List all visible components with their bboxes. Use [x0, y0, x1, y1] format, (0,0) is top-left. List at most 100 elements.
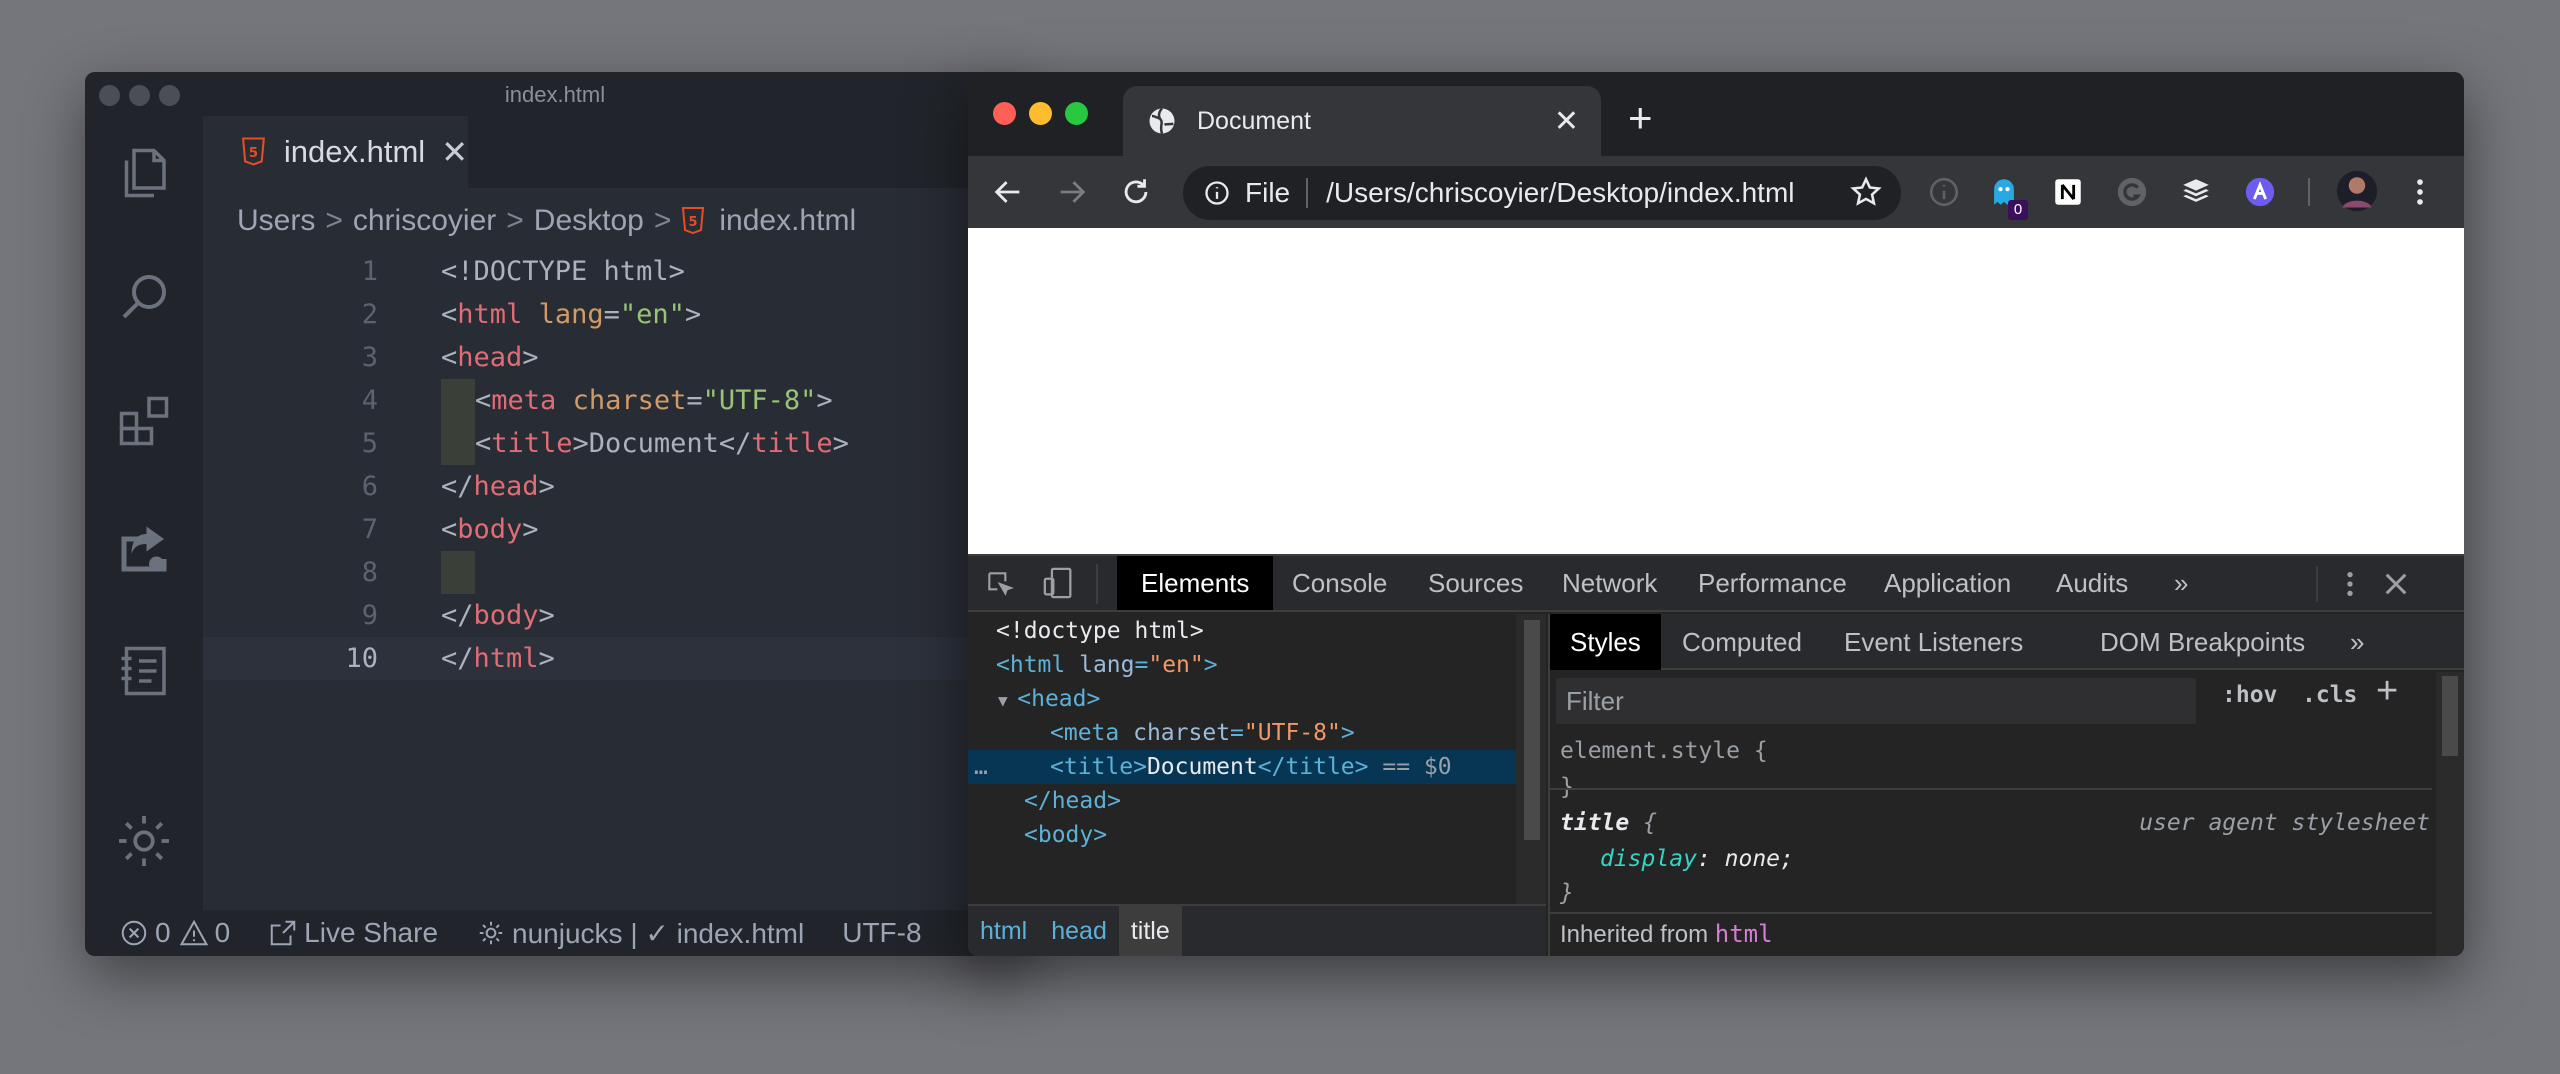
dom-node[interactable]: <!doctype html> [968, 614, 1516, 648]
styles-pane: Styles Computed Event Listeners DOM Brea… [1548, 614, 2464, 956]
browser-toolbar: File /Users/chriscoyier/Desktop/index.ht… [968, 156, 2464, 228]
line-number: 7 [361, 514, 378, 545]
status-bar: 0 0 Live Share nunjucks | ✓ index.html U… [85, 910, 1025, 956]
notebook-icon[interactable] [109, 636, 179, 706]
dom-tree[interactable]: <!doctype html> <html lang="en"> ▼ <head… [968, 614, 1516, 904]
omnibox-divider [1306, 178, 1309, 208]
live-share-label: Live Share [304, 917, 439, 948]
tab-application[interactable]: Application [1860, 556, 2035, 610]
dom-node[interactable]: <html lang="en"> [968, 648, 1516, 682]
minimize-window-button[interactable] [1029, 102, 1052, 125]
dom-node[interactable]: <meta charset="UTF-8"> [968, 716, 1516, 750]
tab-elements[interactable]: Elements [1117, 556, 1274, 610]
dev-extension-icon[interactable] [2242, 174, 2278, 210]
svg-text:5: 5 [249, 145, 258, 161]
cls-toggle[interactable]: .cls [2302, 682, 2357, 708]
settings-gear-icon[interactable] [109, 806, 179, 876]
tab-dom-breakpoints[interactable]: DOM Breakpoints [2080, 614, 2325, 670]
crumb-html[interactable]: html [968, 906, 1039, 956]
extension-info-icon[interactable] [1926, 174, 1962, 210]
devtools-close-icon[interactable] [2380, 568, 2412, 600]
breadcrumb-item[interactable]: Users [237, 204, 315, 238]
crumb-title[interactable]: title [1118, 906, 1182, 956]
styles-scrollbar[interactable] [2436, 672, 2464, 956]
more-tabs-chevron[interactable]: » [2150, 556, 2212, 610]
tab-styles[interactable]: Styles [1550, 614, 1661, 670]
error-icon [121, 920, 147, 946]
tab-network[interactable]: Network [1538, 556, 1681, 610]
tab-label: index.html [283, 134, 426, 169]
device-toolbar-icon[interactable] [1042, 566, 1076, 600]
code-editor[interactable]: 1 <!DOCTYPE html> 2 <html lang="en"> 3 <hea… [203, 250, 1025, 680]
title-rule-selector[interactable]: title { [1560, 810, 1657, 836]
code-line: 9 </body> [203, 594, 1025, 637]
tab-strip: Document ✕ + [968, 72, 2464, 156]
toolbar-divider [2308, 178, 2310, 206]
explorer-icon[interactable] [109, 138, 179, 208]
back-arrow-icon[interactable] [990, 174, 1026, 210]
tab-performance[interactable]: Performance [1674, 556, 1871, 610]
tab-close-icon[interactable]: ✕ [1554, 104, 1579, 139]
editor-tab[interactable]: 5 index.html ✕ [203, 116, 468, 188]
page-viewport[interactable] [968, 228, 2464, 554]
rule-close-brace: } [1560, 774, 1574, 800]
line-number: 2 [361, 299, 378, 330]
code-line-active: 10 </html> [203, 637, 1025, 680]
language-label: nunjucks | ✓ index.html [512, 917, 805, 949]
tab-sources[interactable]: Sources [1404, 556, 1547, 610]
new-style-rule-button[interactable]: + [2376, 670, 2398, 713]
warning-icon [179, 919, 208, 946]
extensions-icon[interactable] [109, 386, 179, 456]
dom-tree-scrollbar[interactable] [1516, 614, 1546, 904]
language-status[interactable]: nunjucks | ✓ index.html [476, 917, 804, 950]
dom-node-selected[interactable]: … <title>Document</title> == $0 [968, 750, 1516, 784]
live-share-status[interactable]: Live Share [268, 917, 438, 949]
ua-stylesheet-label: user agent stylesheet [2139, 810, 2430, 836]
more-side-tabs-chevron[interactable]: » [2330, 614, 2384, 670]
encoding-status[interactable]: UTF-8 [842, 917, 921, 949]
style-declaration[interactable]: display: none; [1600, 846, 1794, 872]
browser-tab[interactable]: Document ✕ [1123, 86, 1601, 156]
breadcrumb-item[interactable]: Desktop [534, 204, 644, 238]
dom-node[interactable]: <body> [968, 818, 1516, 852]
breadcrumb-separator: > [653, 204, 672, 237]
close-window-button[interactable] [993, 102, 1016, 125]
code-line: 1 <!DOCTYPE html> [203, 250, 1025, 293]
breadcrumb-item[interactable]: index.html [719, 204, 856, 238]
devtools-menu-icon[interactable] [2334, 568, 2366, 600]
dom-breadcrumbs: html head title [968, 904, 1546, 956]
warning-count: 0 [214, 917, 231, 948]
zoom-window-button[interactable] [1065, 102, 1088, 125]
tab-close-icon[interactable]: ✕ [441, 133, 468, 171]
address-bar[interactable]: File /Users/chriscoyier/Desktop/index.ht… [1183, 166, 1901, 220]
search-icon[interactable] [109, 262, 179, 332]
breadcrumb-item[interactable]: chriscoyier [353, 204, 496, 238]
reload-icon[interactable] [1118, 174, 1154, 210]
buffer-icon[interactable] [2178, 174, 2214, 210]
new-tab-button[interactable]: + [1628, 96, 1653, 140]
code-line: 8 [203, 551, 1025, 594]
avatar[interactable] [2334, 168, 2380, 214]
grammarly-icon[interactable] [2114, 174, 2150, 210]
dom-node[interactable]: ▼ <head> [968, 682, 1516, 716]
dom-node[interactable]: </head> [968, 784, 1516, 818]
element-style-rule[interactable]: element.style { [1560, 738, 1768, 764]
globe-icon [1149, 107, 1175, 134]
styles-filter-input[interactable]: Filter [1556, 678, 2196, 724]
forward-arrow-icon[interactable] [1054, 174, 1090, 210]
notion-icon[interactable] [2050, 174, 2086, 210]
line-number: 6 [361, 471, 378, 502]
info-icon[interactable] [1203, 179, 1231, 207]
tab-console[interactable]: Console [1268, 556, 1411, 610]
code-line: 2 <html lang="en"> [203, 293, 1025, 336]
star-bookmark-icon[interactable] [1848, 174, 1884, 210]
live-share-icon[interactable] [109, 514, 179, 584]
hov-toggle[interactable]: :hov [2222, 682, 2277, 708]
kebab-menu-icon[interactable] [2402, 174, 2438, 210]
inspect-element-icon[interactable] [984, 568, 1016, 600]
problems-indicator[interactable]: 0 0 [119, 917, 230, 949]
crumb-head[interactable]: head [1039, 906, 1119, 956]
tab-event-listeners[interactable]: Event Listeners [1824, 614, 2043, 670]
tab-audits[interactable]: Audits [2032, 556, 2152, 610]
tab-computed[interactable]: Computed [1662, 614, 1822, 670]
